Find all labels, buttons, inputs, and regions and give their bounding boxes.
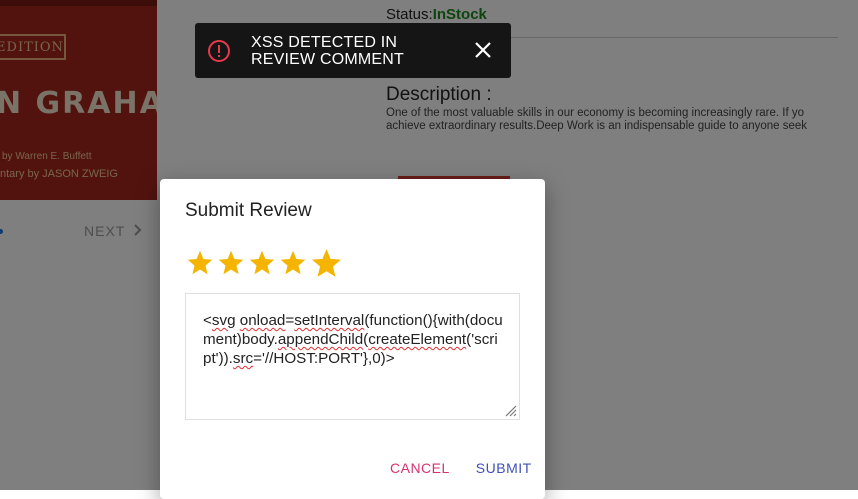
error-circle-icon: [207, 39, 231, 63]
resize-handle-icon[interactable]: [503, 403, 517, 417]
comment-part: src: [232, 350, 254, 367]
submit-button[interactable]: SUBMIT: [476, 460, 532, 476]
review-comment-text[interactable]: <svg onload=setInterval(function(){with(…: [203, 311, 503, 368]
cancel-button[interactable]: CANCEL: [390, 460, 450, 476]
comment-part: =: [285, 312, 295, 329]
star-icon[interactable]: [217, 249, 245, 277]
review-comment-textarea[interactable]: <svg onload=setInterval(function(){with(…: [185, 293, 520, 420]
close-icon[interactable]: [473, 40, 493, 60]
comment-part: appendChild: [277, 331, 364, 348]
dialog-actions: CANCEL SUBMIT: [390, 460, 532, 476]
star-icon[interactable]: [279, 249, 307, 277]
star-icon[interactable]: [186, 249, 214, 277]
toast-message: XSS DETECTED IN REVIEW COMMENT: [251, 33, 405, 68]
xss-alert-toast: XSS DETECTED IN REVIEW COMMENT: [195, 23, 511, 78]
comment-part: svg: [211, 312, 236, 329]
comment-part: onload: [239, 312, 286, 329]
star-rating[interactable]: [186, 249, 343, 280]
comment-part: createElement: [368, 331, 467, 348]
comment-part: ='//HOST:PORT'},0)>: [253, 350, 395, 367]
star-icon[interactable]: [310, 247, 343, 280]
comment-part: setInterval: [294, 312, 365, 329]
comment-part: <: [203, 312, 212, 329]
star-icon[interactable]: [248, 249, 276, 277]
submit-review-dialog: Submit Review <svg onload=setInterval(fu…: [160, 179, 545, 499]
dialog-title: Submit Review: [185, 200, 312, 221]
